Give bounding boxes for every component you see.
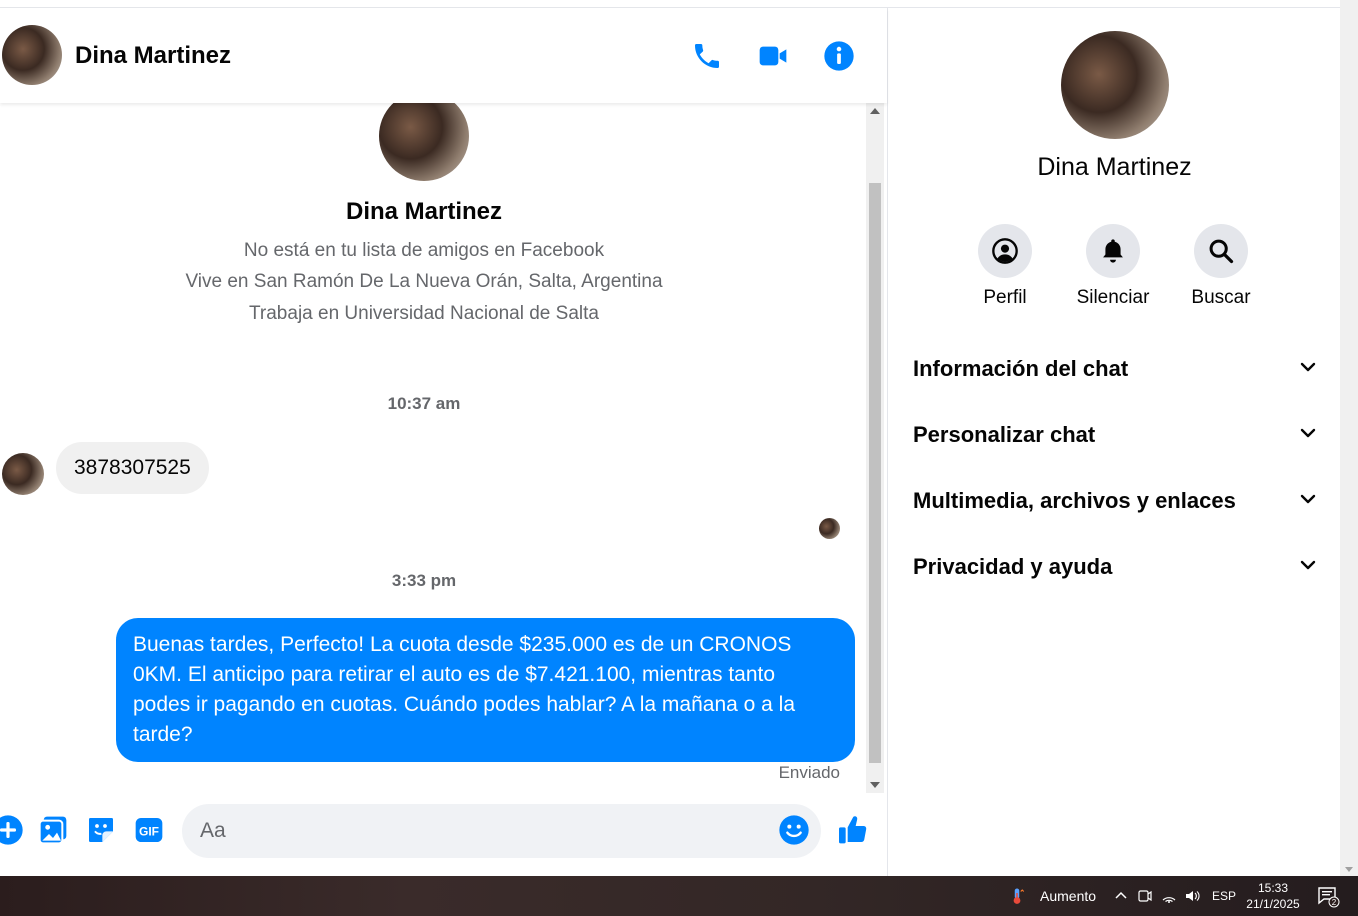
profile-icon <box>978 224 1032 278</box>
section-customize-chat[interactable]: Personalizar chat <box>913 410 1318 460</box>
seen-indicator-avatar <box>819 518 840 539</box>
profile-location: Vive en San Ramón De La Nueva Orán, Salt… <box>185 271 663 292</box>
search-label: Buscar <box>1191 287 1251 308</box>
volume-icon[interactable] <box>1184 876 1200 916</box>
weather-label[interactable]: Aumento <box>1040 876 1096 916</box>
taskbar: Aumento ESP 15:33 21/1/2025 2 <box>0 876 1358 916</box>
sticker-icon[interactable] <box>85 814 117 846</box>
search-button[interactable]: Buscar <box>1171 224 1271 309</box>
svg-text:2: 2 <box>1332 898 1337 907</box>
contact-avatar[interactable] <box>2 25 62 85</box>
section-chat-info[interactable]: Información del chat <box>913 344 1318 394</box>
section-privacy-help[interactable]: Privacidad y ayuda <box>913 542 1318 592</box>
details-name: Dina Martinez <box>1037 153 1192 181</box>
bell-icon <box>1086 224 1140 278</box>
chevron-down-icon <box>1298 489 1318 514</box>
wifi-icon[interactable] <box>1161 876 1177 916</box>
chevron-down-icon <box>1298 555 1318 580</box>
window-scrollbar[interactable] <box>1340 0 1358 876</box>
profile-avatar[interactable] <box>379 103 469 181</box>
scroll-down-arrow[interactable] <box>1345 867 1353 872</box>
thermometer-icon[interactable] <box>1008 876 1026 916</box>
details-avatar[interactable] <box>1061 31 1169 139</box>
mute-label: Silenciar <box>1076 287 1150 308</box>
chat-pane: Dina Martinez Dina Martinez No está en t… <box>0 8 887 876</box>
clock-date: 21/1/2025 <box>1246 897 1300 911</box>
section-media-files-links[interactable]: Multimedia, archivos y enlaces <box>913 476 1318 526</box>
emoji-icon[interactable] <box>778 814 810 846</box>
messenger-window: Dina Martinez Dina Martinez No está en t… <box>0 0 1358 916</box>
language-indicator[interactable]: ESP <box>1212 876 1236 916</box>
search-icon <box>1194 224 1248 278</box>
profile-friend-status: No está en tu lista de amigos en Faceboo… <box>243 240 605 261</box>
chat-header: Dina Martinez <box>0 8 887 103</box>
message-timestamp: 3:33 pm <box>391 571 457 590</box>
conversation-details-panel: Dina Martinez Perfil Silenciar Buscar In… <box>887 8 1340 876</box>
message-input[interactable] <box>182 804 821 858</box>
gif-icon[interactable]: GIF <box>133 814 165 846</box>
contact-name[interactable]: Dina Martinez <box>75 42 231 70</box>
plus-icon[interactable] <box>0 814 24 846</box>
svg-text:GIF: GIF <box>139 824 159 838</box>
message-status: Enviado <box>778 763 840 782</box>
message-timestamp: 10:37 am <box>387 394 461 413</box>
mute-button[interactable]: Silenciar <box>1063 224 1163 309</box>
chevron-up-icon[interactable] <box>1114 876 1128 916</box>
chat-scrollbar[interactable] <box>866 103 884 793</box>
scroll-up-arrow[interactable] <box>870 108 880 114</box>
clock[interactable]: 15:33 21/1/2025 <box>1240 880 1306 912</box>
profile-name: Dina Martinez <box>345 198 503 225</box>
top-border <box>0 0 1340 8</box>
like-icon[interactable] <box>837 814 869 846</box>
profile-button[interactable]: Perfil <box>955 224 1055 309</box>
chevron-down-icon <box>1298 357 1318 382</box>
outgoing-message[interactable]: Buenas tardes, Perfecto! La cuota desde … <box>116 618 855 762</box>
notification-icon[interactable]: 2 <box>1316 876 1340 916</box>
clock-time: 15:33 <box>1257 881 1289 895</box>
chevron-down-icon <box>1298 423 1318 448</box>
incoming-message[interactable]: 3878307525 <box>56 442 209 494</box>
video-icon[interactable] <box>757 40 789 72</box>
scroll-down-arrow[interactable] <box>870 782 880 788</box>
profile-work: Trabaja en Universidad Nacional de Salta <box>249 303 599 324</box>
section-label: Multimedia, archivos y enlaces <box>913 488 1236 513</box>
info-icon[interactable] <box>823 40 855 72</box>
meet-now-icon[interactable] <box>1137 876 1153 916</box>
section-label: Información del chat <box>913 356 1129 381</box>
section-label: Privacidad y ayuda <box>913 554 1113 579</box>
message-list: Dina Martinez No está en tu lista de ami… <box>0 103 866 793</box>
image-icon[interactable] <box>37 814 69 846</box>
message-composer: GIF <box>0 793 887 876</box>
scroll-thumb[interactable] <box>869 183 881 763</box>
profile-label: Perfil <box>983 287 1027 308</box>
phone-icon[interactable] <box>691 40 723 72</box>
sender-avatar[interactable] <box>2 453 44 495</box>
section-label: Personalizar chat <box>913 422 1096 447</box>
